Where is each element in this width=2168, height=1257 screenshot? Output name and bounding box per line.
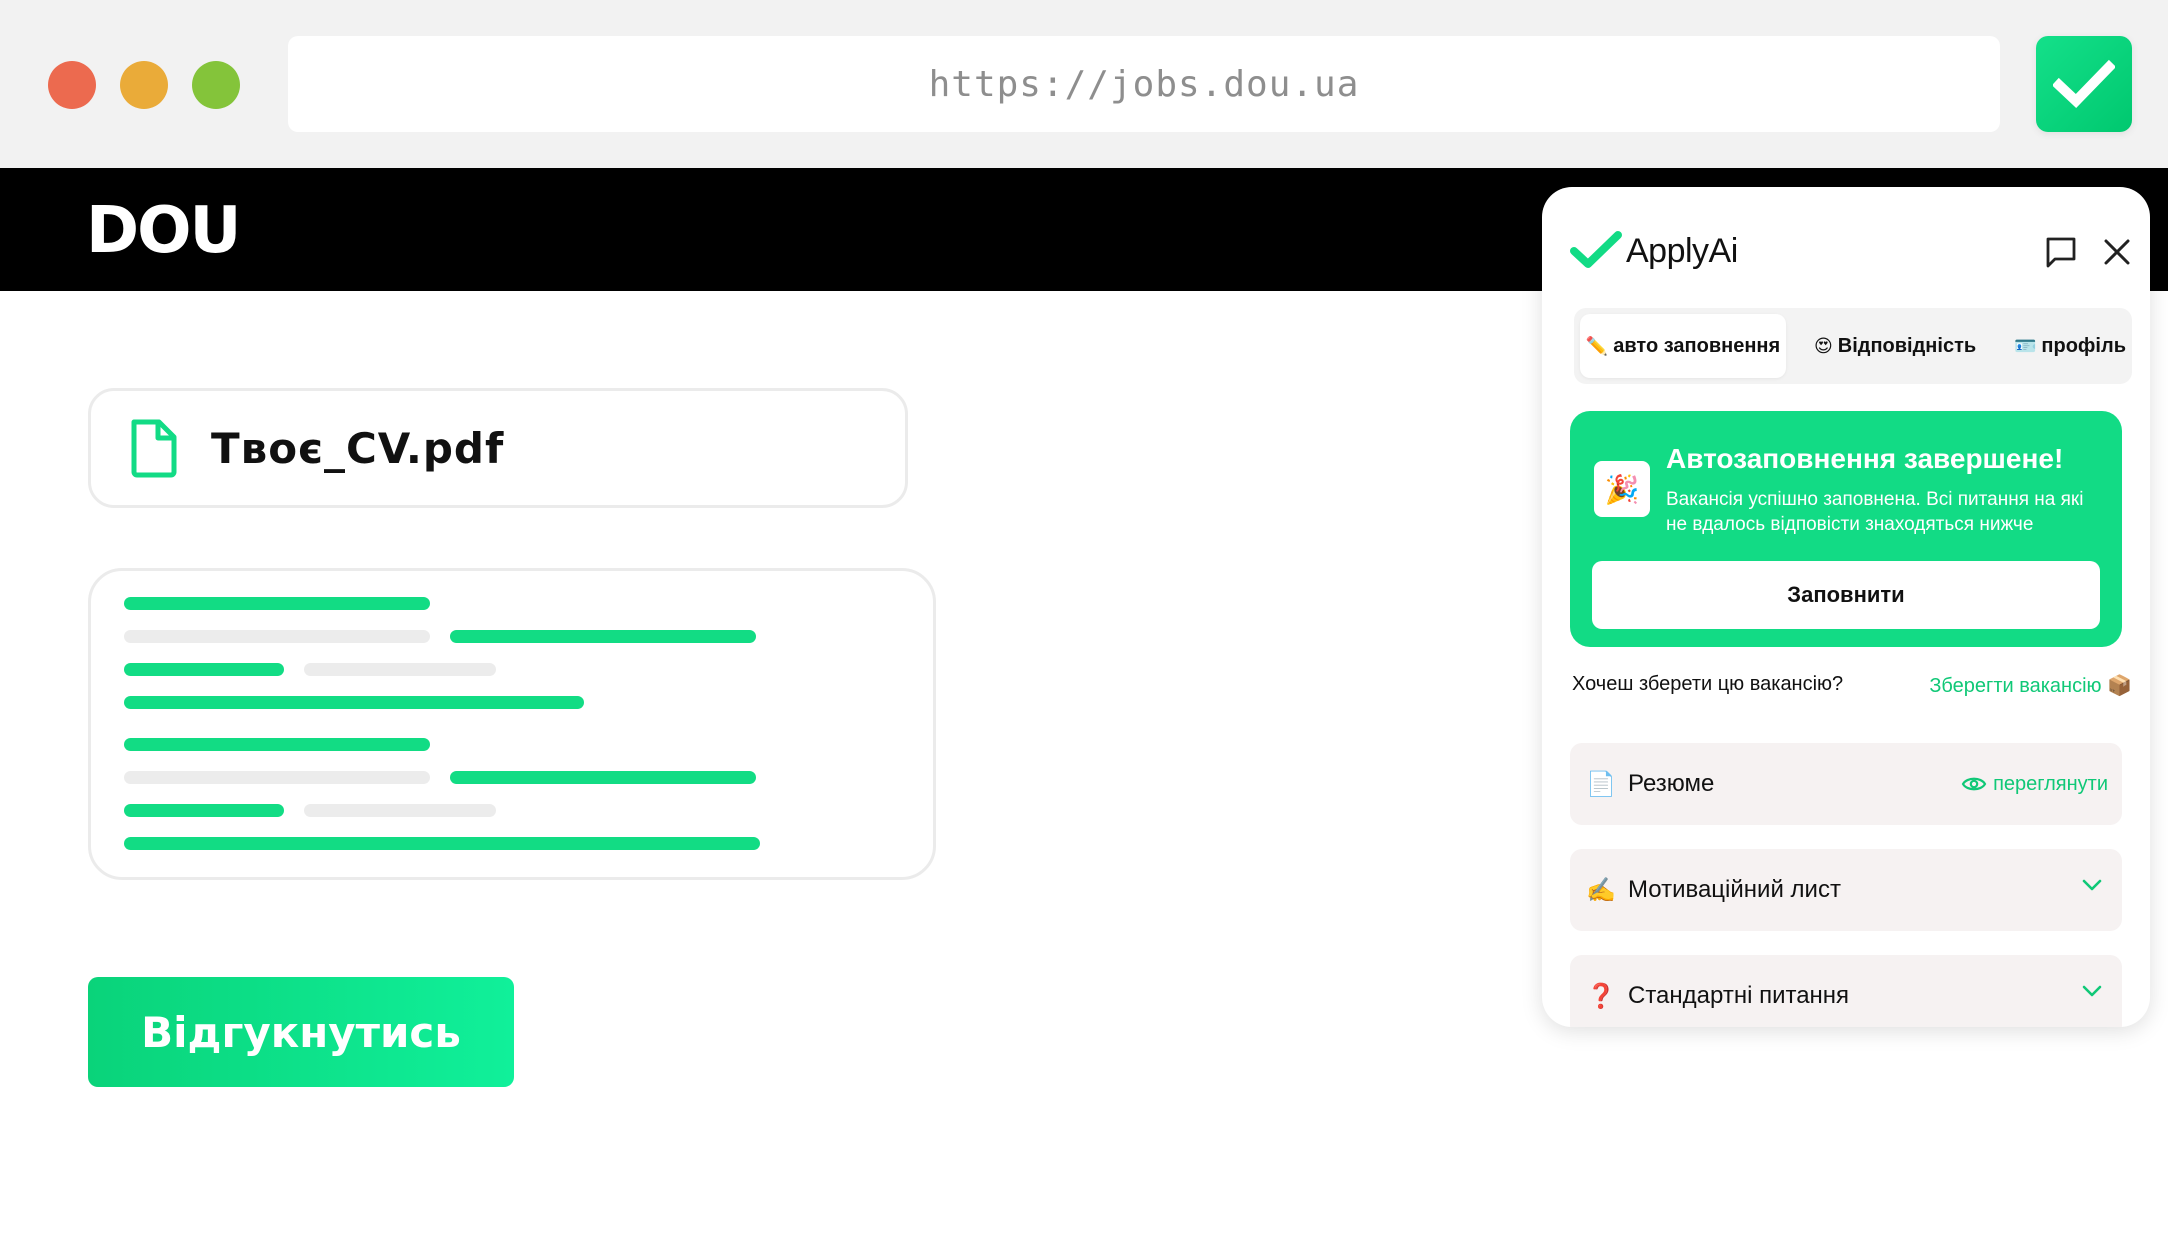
tab-label: авто заповнення bbox=[1613, 334, 1781, 357]
text-line bbox=[450, 771, 756, 784]
chevron-down-icon[interactable] bbox=[2080, 983, 2104, 999]
vacancy-text-placeholder bbox=[88, 568, 936, 880]
tab-match[interactable]: 😍 Відповідність bbox=[1814, 314, 1976, 378]
autofill-complete-card: 🎉 Автозаповнення завершене! Вакансія усп… bbox=[1570, 411, 2122, 647]
fill-button[interactable]: Заповнити bbox=[1592, 561, 2100, 629]
text-line bbox=[124, 696, 584, 709]
party-popper-icon: 🎉 bbox=[1594, 461, 1650, 517]
id-card-icon: 🪪 bbox=[2014, 335, 2037, 356]
section-resume[interactable]: 📄 Резюме переглянути bbox=[1570, 743, 2122, 825]
file-icon bbox=[131, 419, 177, 478]
document-icon: 📄 bbox=[1586, 770, 1616, 798]
dou-logo[interactable]: DOU bbox=[86, 196, 241, 266]
cv-file-card[interactable]: Твоє_CV.pdf bbox=[88, 388, 908, 508]
save-vacancy-label: Зберегти вакансію bbox=[1929, 675, 2102, 697]
url-bar[interactable]: https://jobs.dou.ua bbox=[288, 36, 2000, 132]
text-line bbox=[124, 804, 284, 817]
section-cover-letter[interactable]: ✍️ Мотиваційний лист bbox=[1570, 849, 2122, 931]
chevron-down-icon[interactable] bbox=[2080, 877, 2104, 893]
text-line bbox=[304, 804, 496, 817]
maximize-window-button[interactable] bbox=[192, 61, 240, 109]
tab-label: Відповідність bbox=[1837, 334, 1977, 357]
tab-profile[interactable]: 🪪 профіль bbox=[2014, 314, 2126, 378]
minimize-window-button[interactable] bbox=[120, 61, 168, 109]
view-label: переглянути bbox=[1993, 772, 2108, 795]
browser-toolbar: https://jobs.dou.ua bbox=[0, 0, 2168, 168]
text-line bbox=[124, 630, 430, 643]
status-description: Вакансія успішно заповнена. Всі питання … bbox=[1666, 489, 2084, 535]
tab-autofill[interactable]: ✏️ авто заповнення bbox=[1580, 314, 1786, 378]
close-icon[interactable] bbox=[2100, 235, 2134, 269]
save-vacancy-prompt: Хочеш зберети цю вакансію? bbox=[1572, 673, 1844, 695]
heart-eyes-icon: 😍 bbox=[1814, 335, 1833, 356]
applyai-popup: ApplyAi ✏️ авто заповнення 😍 Відповідніс… bbox=[1542, 187, 2150, 1027]
text-line bbox=[124, 597, 430, 610]
text-line bbox=[304, 663, 496, 676]
writing-hand-icon: ✍️ bbox=[1586, 876, 1616, 904]
section-label: Стандартні питання bbox=[1628, 982, 1850, 1009]
text-line bbox=[124, 771, 430, 784]
apply-button[interactable]: Відгукнутись bbox=[88, 977, 514, 1087]
close-window-button[interactable] bbox=[48, 61, 96, 109]
package-icon: 📦 bbox=[2107, 675, 2132, 697]
text-line bbox=[124, 837, 760, 850]
checkmark-icon bbox=[2053, 59, 2115, 109]
pencil-icon: ✏️ bbox=[1585, 335, 1609, 356]
chat-icon[interactable] bbox=[2044, 235, 2078, 269]
text-line bbox=[450, 630, 756, 643]
eye-icon bbox=[1961, 777, 1987, 791]
status-title: Автозаповнення завершене! bbox=[1666, 443, 2064, 474]
save-vacancy-link[interactable]: Зберегти вакансію 📦 bbox=[1929, 673, 2132, 698]
text-line bbox=[124, 663, 284, 676]
applyai-logo: ApplyAi bbox=[1570, 231, 1738, 271]
question-mark-icon: ❓ bbox=[1586, 982, 1616, 1010]
tab-bar: ✏️ авто заповнення 😍 Відповідність 🪪 про… bbox=[1574, 308, 2132, 384]
tab-label: профіль bbox=[2041, 334, 2126, 357]
applyai-extension-button[interactable] bbox=[2036, 36, 2132, 132]
section-label: Резюме bbox=[1628, 770, 1715, 797]
applyai-name: ApplyAi bbox=[1626, 231, 1738, 270]
text-line bbox=[124, 738, 430, 751]
section-standard-questions[interactable]: ❓ Стандартні питання bbox=[1570, 955, 2122, 1027]
section-label: Мотиваційний лист bbox=[1628, 876, 1841, 903]
checkmark-logo-icon bbox=[1570, 231, 1622, 268]
view-resume-link[interactable]: переглянути bbox=[1961, 773, 2108, 796]
cv-file-name: Твоє_CV.pdf bbox=[211, 423, 505, 473]
